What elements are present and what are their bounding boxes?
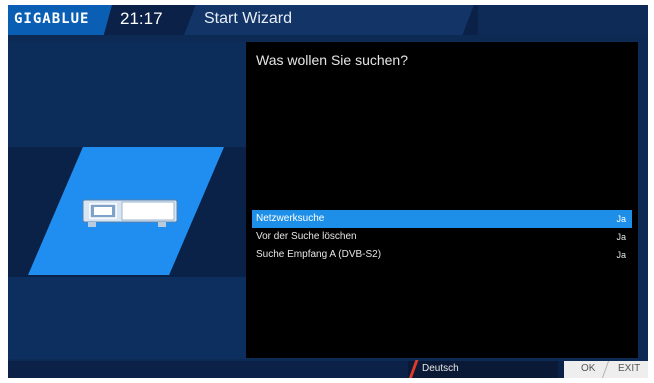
page-title: Start Wizard <box>204 10 293 27</box>
option-label: Vor der Suche löschen <box>256 231 357 242</box>
option-clear-before-search[interactable]: Vor der Suche löschen Ja <box>252 228 632 246</box>
clock: 21:17 <box>120 9 163 28</box>
wizard-panel: Was wollen Sie suchen? Netzwerksuche Ja … <box>246 42 638 358</box>
option-network-search[interactable]: Netzwerksuche Ja <box>252 210 632 228</box>
set-top-box-icon <box>82 199 178 227</box>
logo-container: GIGABLUE <box>8 5 112 35</box>
option-value: Ja <box>616 232 626 242</box>
brand-logo: GIGABLUE <box>14 11 90 27</box>
wizard-question: Was wollen Sie suchen? <box>256 52 409 68</box>
language-label: Deutsch <box>422 363 459 374</box>
header-decoration <box>478 5 648 35</box>
option-list: Netzwerksuche Ja Vor der Suche löschen J… <box>252 210 632 264</box>
option-label: Netzwerksuche <box>256 213 325 224</box>
exit-button[interactable]: EXIT <box>618 363 640 374</box>
option-value: Ja <box>616 214 626 224</box>
left-band-top <box>8 42 248 147</box>
title-container: Start Wizard <box>184 5 474 35</box>
option-value: Ja <box>616 250 626 260</box>
tv-screen: GIGABLUE 21:17 Start Wizard Was wollen S… <box>8 5 648 378</box>
left-band-bottom <box>8 277 248 359</box>
option-search-tuner-a[interactable]: Suche Empfang A (DVB-S2) Ja <box>252 246 632 264</box>
option-label: Suche Empfang A (DVB-S2) <box>256 249 382 260</box>
ok-button[interactable]: OK <box>581 363 595 374</box>
